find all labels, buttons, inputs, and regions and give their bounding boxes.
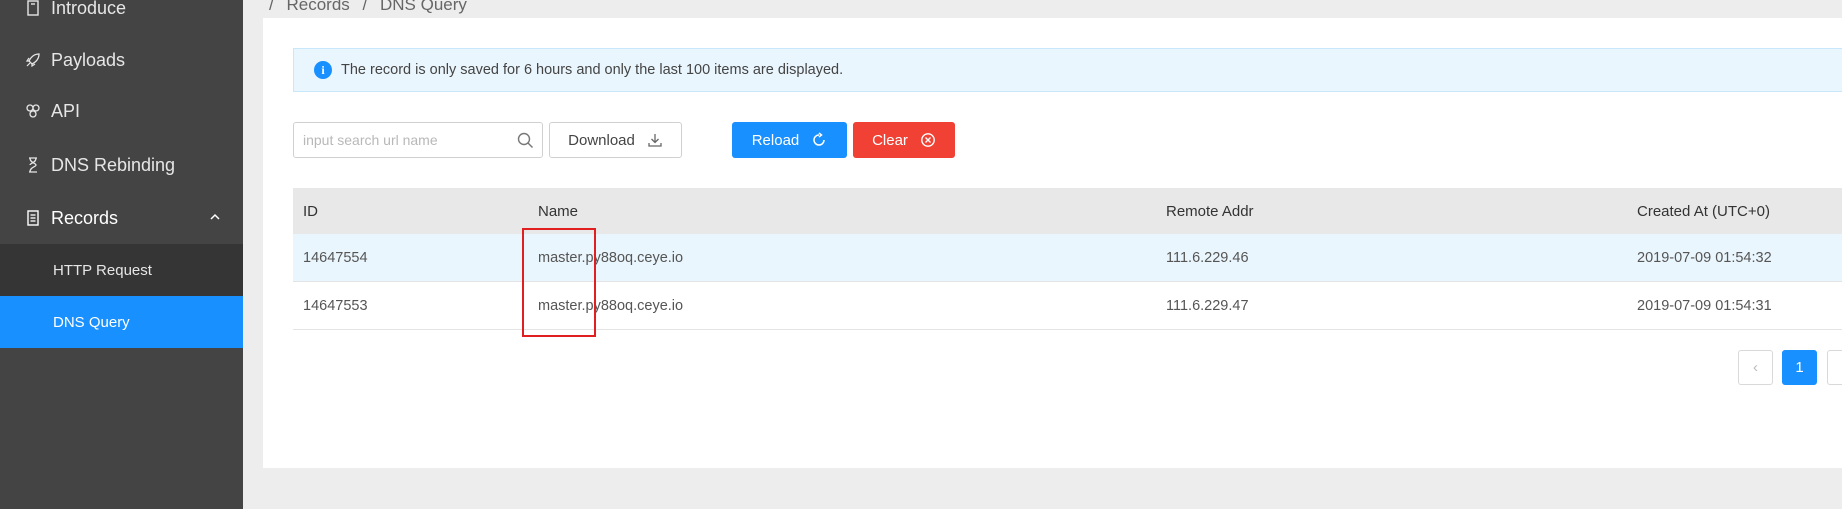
pagination-next-button[interactable]	[1827, 350, 1842, 385]
highlight-annotation-box	[522, 228, 596, 337]
column-header-remote-addr[interactable]: Remote Addr	[1166, 188, 1254, 234]
hourglass-icon	[24, 156, 42, 174]
close-circle-icon	[920, 132, 936, 148]
reload-label: Reload	[751, 131, 800, 149]
alert-text: The record is only saved for 6 hours and…	[341, 62, 844, 78]
sidebar-item-label: Introduce	[51, 0, 127, 18]
api-icon	[24, 102, 42, 120]
pagination-prev-button[interactable]: ‹	[1738, 350, 1773, 385]
cell-remote-addr: 111.6.229.47	[1166, 297, 1249, 314]
list-icon	[24, 209, 42, 227]
download-button[interactable]: Download	[549, 122, 682, 158]
sidebar-item-label: API	[51, 100, 81, 121]
sidebar-item-records[interactable]: Records	[0, 192, 243, 244]
sidebar-item-payloads[interactable]: Payloads	[0, 34, 243, 86]
sidebar-subitem-label: DNS Query	[53, 313, 130, 331]
cell-created-at: 2019-07-09 01:54:31	[1637, 297, 1772, 314]
breadcrumb-records[interactable]: Records	[286, 0, 349, 14]
document-icon	[24, 0, 42, 17]
page-number: 1	[1795, 359, 1804, 376]
search-icon[interactable]	[517, 132, 534, 149]
sidebar-item-label: DNS Rebinding	[51, 154, 176, 175]
sidebar-item-label: Records	[51, 207, 119, 228]
info-icon: i	[314, 61, 332, 79]
sidebar-filler	[0, 348, 243, 509]
search-box	[293, 122, 543, 158]
column-header-id[interactable]: ID	[303, 188, 318, 234]
download-icon	[647, 132, 663, 148]
sidebar-subitem-dns-query[interactable]: DNS Query	[0, 296, 243, 348]
clear-label: Clear	[872, 131, 908, 149]
sidebar-subitem-label: HTTP Request	[53, 261, 152, 279]
pagination-page-1[interactable]: 1	[1782, 350, 1817, 385]
breadcrumb-current: DNS Query	[379, 0, 467, 14]
search-input[interactable]	[294, 123, 504, 157]
clear-button[interactable]: Clear	[853, 122, 955, 158]
cell-created-at: 2019-07-09 01:54:32	[1637, 249, 1772, 266]
sidebar-item-introduce[interactable]: Introduce	[0, 0, 243, 34]
chevron-left-icon: ‹	[1753, 359, 1758, 376]
sidebar-item-dns-rebinding[interactable]: DNS Rebinding	[0, 139, 243, 191]
sidebar-item-label: Payloads	[51, 49, 126, 70]
column-header-created-at[interactable]: Created At (UTC+0)	[1637, 188, 1770, 234]
reload-icon	[811, 132, 827, 148]
download-label: Download	[568, 131, 635, 149]
sidebar: Introduce Payloads API DNS Rebinding Rec…	[0, 0, 243, 509]
sidebar-subitem-http-request[interactable]: HTTP Request	[0, 244, 243, 296]
rocket-icon	[24, 51, 42, 69]
info-alert: i The record is only saved for 6 hours a…	[293, 48, 1842, 92]
breadcrumb-separator: /	[362, 0, 368, 14]
breadcrumb: / Records / DNS Query	[269, 0, 475, 15]
reload-button[interactable]: Reload	[732, 122, 847, 158]
sidebar-item-api[interactable]: API	[0, 85, 243, 137]
breadcrumb-separator: /	[269, 0, 274, 14]
cell-id: 14647553	[303, 297, 368, 314]
cell-id: 14647554	[303, 249, 368, 266]
chevron-up-icon[interactable]	[209, 211, 221, 223]
cell-remote-addr: 111.6.229.46	[1166, 249, 1249, 266]
